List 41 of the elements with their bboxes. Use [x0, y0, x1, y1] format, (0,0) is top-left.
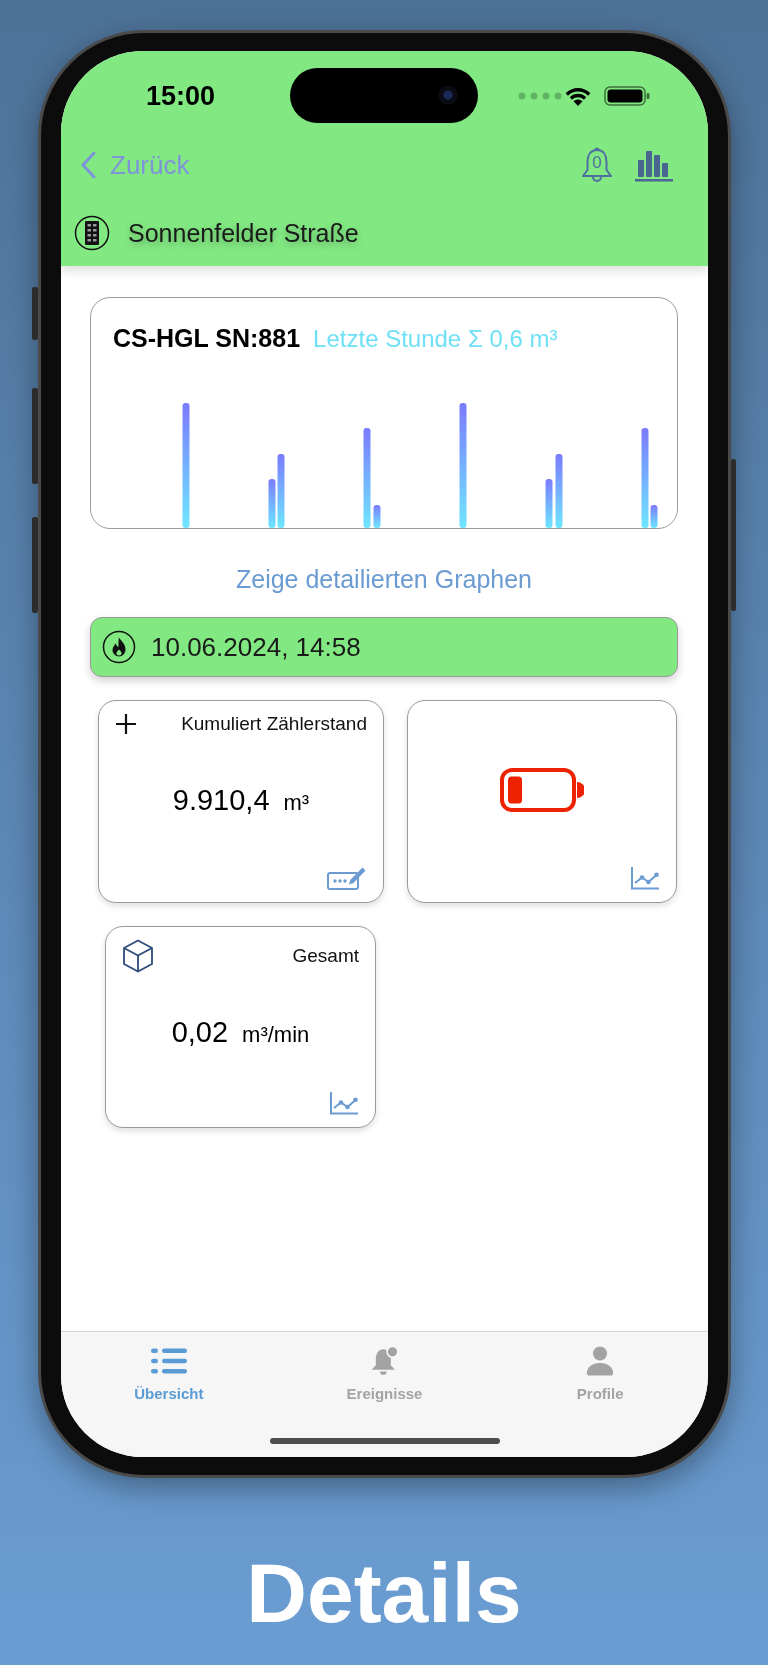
phone-side-button[interactable]	[32, 388, 38, 484]
location-name: Sonnenfelder Straße	[128, 218, 359, 248]
detail-graph-link[interactable]: Zeige detailierten Graphen	[236, 564, 532, 594]
tile-value: 0,02	[171, 1015, 229, 1049]
flame-icon	[102, 630, 136, 664]
phone-side-button[interactable]	[731, 459, 736, 611]
wifi-icon	[565, 86, 591, 106]
list-icon	[150, 1346, 187, 1376]
status-time: 15:00	[146, 80, 216, 112]
phone-side-button[interactable]	[32, 287, 38, 340]
tab-button[interactable]: Profile	[492, 1346, 708, 1403]
phone-side-button[interactable]	[32, 517, 38, 613]
statistics-button[interactable]	[635, 148, 673, 182]
battery-icon	[604, 86, 650, 106]
chart-bar	[373, 505, 381, 528]
notifications-button[interactable]: 0	[580, 147, 614, 183]
hour-summary: Letzte Stunde Σ 0,6 m³	[313, 324, 558, 354]
tab-button[interactable]: Ereignisse	[276, 1346, 493, 1403]
tab-button[interactable]: Übersicht	[61, 1346, 277, 1403]
line-chart-icon	[630, 866, 660, 890]
cube-icon	[122, 939, 154, 973]
device-name: CS-HGL SN:881	[113, 323, 301, 353]
caption-title: Details	[246, 1551, 522, 1635]
tile-unit: m³	[283, 789, 310, 816]
line-chart-icon	[329, 1091, 359, 1115]
tile-title: Gesamt	[292, 945, 359, 967]
signal-icon	[518, 92, 562, 100]
tile-value: 9.910,4	[172, 783, 270, 817]
back-button[interactable]: Zurück	[80, 149, 190, 181]
battery-low-icon	[500, 767, 584, 812]
reading-timestamp: 10.06.2024, 14:58	[151, 631, 361, 663]
plus-icon	[115, 713, 137, 735]
tile-unit: m³/min	[242, 1021, 310, 1048]
tile-title: Kumuliert Zählerstand	[181, 713, 367, 735]
chevron-left-icon	[80, 151, 96, 179]
bar-chart-icon	[635, 148, 673, 182]
building-icon	[74, 215, 110, 251]
keypad-edit-icon	[327, 865, 367, 890]
bell-icon	[580, 147, 614, 183]
chart-bar	[545, 479, 553, 528]
person-icon	[585, 1346, 616, 1376]
